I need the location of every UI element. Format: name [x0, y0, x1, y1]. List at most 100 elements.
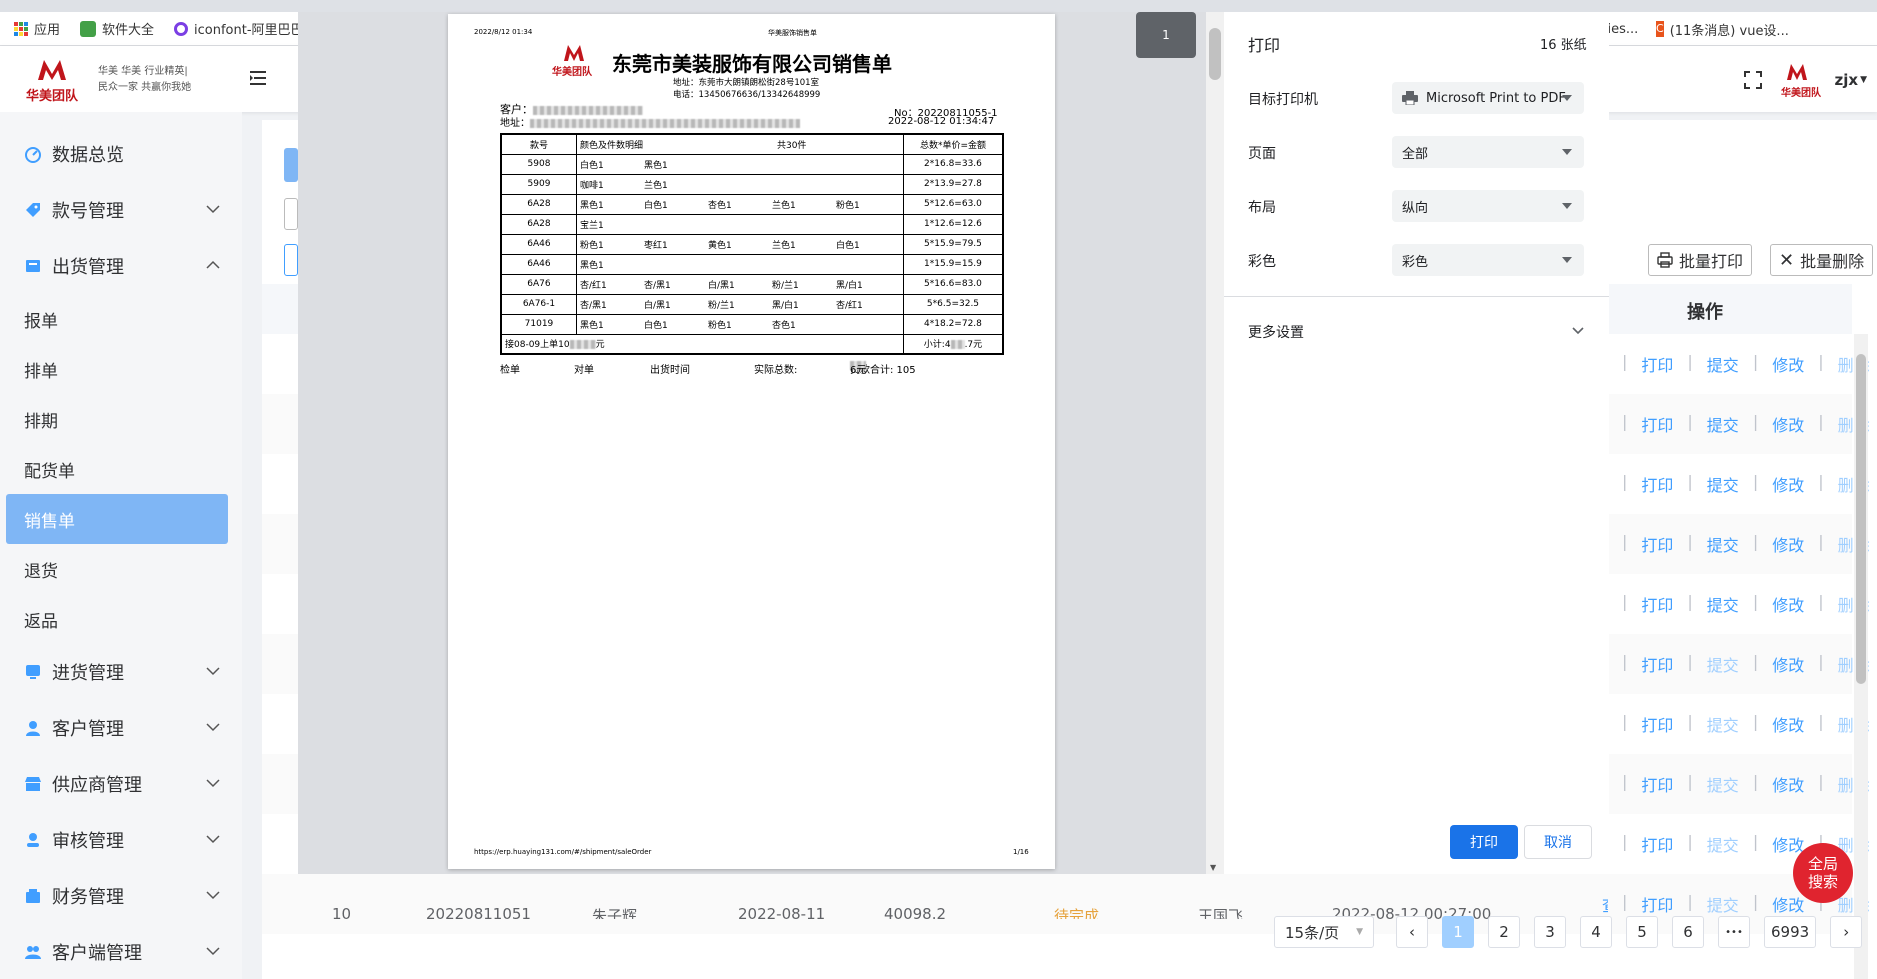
preview-scrollbar[interactable]: ▼ — [1206, 12, 1224, 874]
submit-link[interactable]: 提交 — [1707, 592, 1739, 616]
page-5[interactable]: 5 — [1626, 916, 1658, 948]
print-link[interactable]: 打印 — [1641, 592, 1673, 616]
print-button[interactable]: 打印 — [1450, 825, 1518, 859]
edit-link[interactable]: 修改 — [1772, 472, 1804, 496]
color-label: 彩色 — [1248, 254, 1276, 270]
print-link[interactable]: 打印 — [1641, 712, 1673, 736]
chevron-down-icon — [206, 835, 220, 844]
finance-icon — [26, 889, 40, 903]
pages-value: 全部 — [1402, 146, 1429, 162]
search-input[interactable] — [284, 198, 298, 230]
pages-select[interactable]: 全部 — [1392, 136, 1584, 168]
global-search-button[interactable]: 全局搜索 — [1793, 843, 1853, 903]
toolbar-button[interactable] — [284, 148, 298, 182]
submit-link[interactable]: 提交 — [1707, 652, 1739, 676]
sidebar-sub-paiqi[interactable]: 排期 — [0, 394, 242, 444]
more-settings-toggle[interactable]: 更多设置 — [1224, 312, 1609, 348]
sidebar-item-style[interactable]: 款号管理 — [0, 182, 242, 238]
print-link[interactable]: 打印 — [1641, 472, 1673, 496]
edit-link[interactable]: 修改 — [1772, 592, 1804, 616]
fullscreen-icon[interactable] — [1743, 70, 1763, 90]
page-last[interactable]: 6993 — [1764, 916, 1817, 948]
print-link[interactable]: 打印 — [1641, 772, 1673, 796]
row-actions: 查看|打印|提交|修改|删除 — [1602, 712, 1870, 736]
bookmark-software[interactable]: 软件大全 — [80, 19, 154, 38]
print-link[interactable]: 打印 — [1641, 412, 1673, 436]
color-select[interactable]: 彩色 — [1392, 244, 1584, 276]
page-ellipsis[interactable]: ••• — [1718, 916, 1750, 948]
page-4[interactable]: 4 — [1580, 916, 1612, 948]
invoice-item: 杏色1 — [707, 200, 732, 211]
bookmark-apps[interactable]: 应用 — [14, 19, 60, 38]
submit-link[interactable]: 提交 — [1707, 472, 1739, 496]
page-2[interactable]: 2 — [1488, 916, 1520, 948]
printer-select[interactable]: Microsoft Print to PDF — [1392, 82, 1584, 114]
submit-link[interactable]: 提交 — [1707, 712, 1739, 736]
sidebar-item-customer[interactable]: 客户管理 — [0, 700, 242, 756]
action-separator: | — [1752, 772, 1759, 791]
sidebar-sub-peihuodan[interactable]: 配货单 — [0, 444, 242, 494]
batch-print-button[interactable]: 批量打印 — [1648, 244, 1753, 276]
bookmark-csdn[interactable]: C (11条消息) vue设... — [1656, 12, 1789, 46]
sidebar-item-client[interactable]: 客户端管理 — [0, 924, 242, 979]
edit-link[interactable]: 修改 — [1772, 772, 1804, 796]
scrollbar-thumb[interactable] — [1209, 28, 1221, 80]
invoice-item: 白/黑1 — [707, 280, 735, 291]
sidebar-sub-xiaoshoudan[interactable]: 销售单 — [6, 494, 228, 544]
scroll-down-icon[interactable]: ▼ — [1210, 863, 1216, 872]
next-page-button[interactable]: › — [1830, 916, 1863, 948]
submit-link[interactable]: 提交 — [1707, 772, 1739, 796]
page-size-select[interactable]: 15条/页 ▼ — [1274, 916, 1374, 948]
batch-delete-button[interactable]: ✕ 批量删除 — [1770, 244, 1874, 276]
menu-fold-icon[interactable] — [250, 70, 268, 86]
user-menu[interactable]: zjx ▼ — [1835, 71, 1867, 89]
edit-link[interactable]: 修改 — [1772, 532, 1804, 556]
edit-link[interactable]: 修改 — [1772, 352, 1804, 376]
page-3[interactable]: 3 — [1534, 916, 1566, 948]
caret-down-icon: ▼ — [1860, 75, 1867, 85]
sidebar-item-audit[interactable]: 审核管理 — [0, 812, 242, 868]
sidebar-item-finance[interactable]: 财务管理 — [0, 868, 242, 924]
select-all-checkbox[interactable] — [284, 244, 298, 276]
sidebar-sub-fanpin[interactable]: 返品 — [0, 594, 242, 644]
invoice-company-title: 东莞市美装服饰有限公司销售单 — [612, 52, 892, 76]
action-separator: | — [1622, 712, 1628, 731]
sidebar-item-shipment[interactable]: 出货管理 — [0, 238, 242, 294]
scrollbar-thumb[interactable] — [1856, 354, 1866, 684]
print-link[interactable]: 打印 — [1641, 532, 1673, 556]
pagination: 15条/页 ▼ ‹ 1 2 3 4 5 6 ••• 6993 › — [1274, 916, 1863, 948]
sidebar-sub-tuihuo[interactable]: 退货 — [0, 544, 242, 594]
prev-page-button[interactable]: ‹ — [1396, 916, 1428, 948]
edit-link[interactable]: 修改 — [1772, 712, 1804, 736]
table-scrollbar[interactable] — [1854, 334, 1868, 979]
sidebar-sub-paidan[interactable]: 排单 — [0, 344, 242, 394]
edit-link[interactable]: 修改 — [1772, 652, 1804, 676]
sidebar-item-label: 款号管理 — [52, 201, 124, 222]
sidebar-item-supplier[interactable]: 供应商管理 — [0, 756, 242, 812]
submit-link[interactable]: 提交 — [1707, 532, 1739, 556]
print-link[interactable]: 打印 — [1641, 652, 1673, 676]
edit-link[interactable]: 修改 — [1772, 412, 1804, 436]
action-separator: | — [1818, 652, 1824, 671]
page-6[interactable]: 6 — [1672, 916, 1704, 948]
avatar[interactable]: 华美团队 — [1777, 60, 1821, 100]
sidebar-item-dashboard[interactable]: 数据总览 — [0, 126, 242, 182]
action-separator: | — [1687, 532, 1693, 551]
shipment-icon — [26, 260, 40, 272]
print-link[interactable]: 打印 — [1641, 352, 1673, 376]
submit-link[interactable]: 提交 — [1707, 352, 1739, 376]
sidebar-sub-baodan[interactable]: 报单 — [0, 294, 242, 344]
action-separator: | — [1687, 592, 1693, 611]
invoice-item: 宝兰1 — [579, 220, 604, 231]
invoice-row: 5909 咖啡1 兰色1 2*13.9=27.8 — [500, 173, 1004, 195]
invoice-item: 白色1 — [643, 320, 668, 331]
bookmark-iconfont[interactable]: iconfont-阿里巴巴... — [174, 19, 316, 38]
print-link[interactable]: 打印 — [1641, 832, 1673, 856]
sidebar-item-purchase[interactable]: 进货管理 — [0, 644, 242, 700]
submit-link[interactable]: 提交 — [1707, 412, 1739, 436]
cancel-button[interactable]: 取消 — [1524, 825, 1592, 859]
submit-link[interactable]: 提交 — [1707, 832, 1739, 856]
layout-select[interactable]: 纵向 — [1392, 190, 1584, 222]
page-1[interactable]: 1 — [1442, 916, 1474, 948]
invoice-item: 白色1 — [579, 160, 604, 171]
